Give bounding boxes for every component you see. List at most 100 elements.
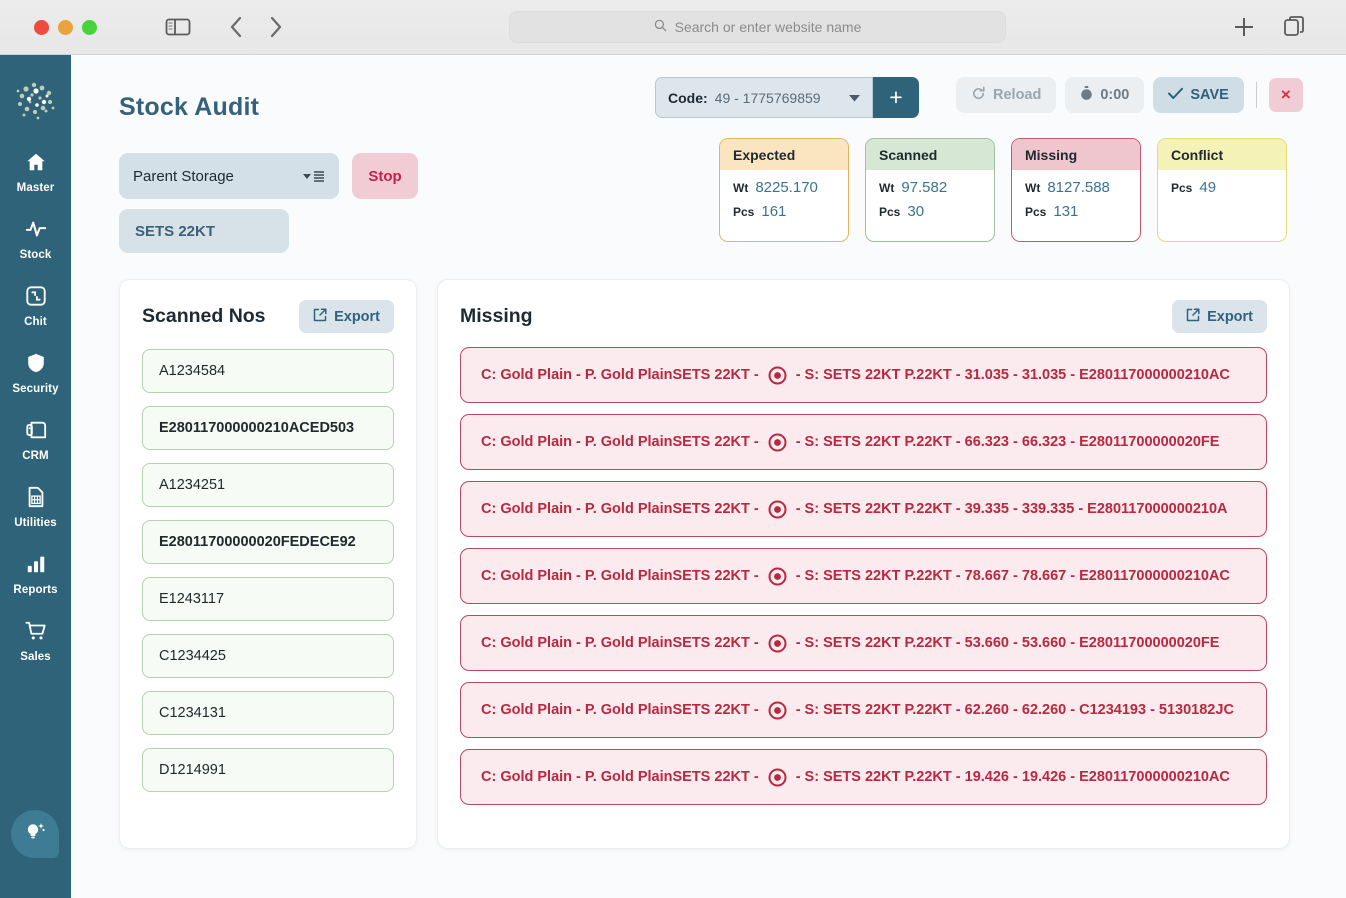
stat-title: Conflict <box>1158 139 1286 170</box>
sidebar-item-security[interactable]: Security <box>0 352 71 395</box>
code-value: 49 - 1775769859 <box>714 89 821 106</box>
stat-row: Pcs 161 <box>733 203 835 220</box>
parent-storage-value: Parent Storage <box>133 167 234 185</box>
sidebar-item-reports[interactable]: Reports <box>0 553 71 596</box>
address-bar[interactable]: Search or enter website name <box>509 11 1006 43</box>
stat-value: 8225.170 <box>755 179 818 196</box>
stat-key: Wt <box>879 181 895 195</box>
sidebar-item-label: Sales <box>20 651 51 663</box>
minimize-window-button[interactable] <box>58 19 73 35</box>
bullseye-icon <box>768 634 787 653</box>
missing-row-suffix: - S: SETS 22KT P.22KT - 62.260 - 62.260 … <box>795 702 1234 718</box>
panel-header: Scanned Nos Export <box>120 280 416 333</box>
export-scanned-button[interactable]: Export <box>299 300 394 333</box>
export-missing-button[interactable]: Export <box>1172 300 1267 333</box>
sidebar-item-chit[interactable]: Chit <box>0 285 71 328</box>
browser-right-actions <box>1232 15 1306 39</box>
sidebar-item-sales[interactable]: Sales <box>0 620 71 663</box>
missing-row-text: C: Gold Plain - P. Gold PlainSETS 22KT -… <box>481 567 1230 586</box>
table-row[interactable]: C: Gold Plain - P. Gold PlainSETS 22KT -… <box>460 347 1267 403</box>
code-label: Code: <box>668 89 708 106</box>
stat-title: Expected <box>720 139 848 170</box>
shield-icon <box>25 352 47 379</box>
list-item[interactable]: E28011700000020FEDECE92 <box>142 520 394 564</box>
list-item[interactable]: D1214991 <box>142 748 394 792</box>
list-item[interactable]: E280117000000210ACED503 <box>142 406 394 450</box>
reload-button[interactable]: Reload <box>956 77 1057 113</box>
missing-row-suffix: - S: SETS 22KT P.22KT - 66.323 - 66.323 … <box>795 434 1220 450</box>
stat-value: 131 <box>1053 203 1079 220</box>
add-code-button[interactable]: + <box>873 77 919 118</box>
chevron-down-icon <box>849 89 860 107</box>
list-item[interactable]: C1234425 <box>142 634 394 678</box>
missing-row-text: C: Gold Plain - P. Gold PlainSETS 22KT -… <box>481 500 1228 519</box>
close-window-button[interactable] <box>34 19 49 35</box>
sidebar-item-master[interactable]: Master <box>0 151 71 194</box>
sidebar-item-utilities[interactable]: Utilities <box>0 486 71 529</box>
list-item[interactable]: E1243117 <box>142 577 394 621</box>
list-item[interactable]: A1234251 <box>142 463 394 507</box>
stat-body: Wt 8225.170 Pcs 161 <box>720 170 848 241</box>
plus-icon[interactable] <box>1232 15 1256 39</box>
panel-title: Missing <box>460 305 533 327</box>
toolbar-divider <box>1255 82 1257 108</box>
audit-toolbar: Reload 0:00 SAVE × <box>956 77 1303 113</box>
missing-list: C: Gold Plain - P. Gold PlainSETS 22KT -… <box>438 333 1289 805</box>
stat-card-conflict: Conflict Pcs 49 <box>1157 138 1287 242</box>
panel-header: Missing Export <box>438 280 1289 333</box>
shopping-cart-icon <box>24 620 47 647</box>
stat-value: 97.582 <box>901 179 948 196</box>
sets-22kt-chip[interactable]: SETS 22KT <box>119 209 289 253</box>
stat-body: Wt 97.582 Pcs 30 <box>866 170 994 241</box>
code-dropdown[interactable]: Code: 49 - 1775769859 <box>655 77 873 118</box>
back-arrow-icon[interactable] <box>229 16 243 38</box>
missing-panel: Missing Export C: Gold Plain - P. Gold P… <box>437 279 1290 849</box>
table-row[interactable]: C: Gold Plain - P. Gold PlainSETS 22KT -… <box>460 481 1267 537</box>
stat-card-expected: Expected Wt 8225.170 Pcs 161 <box>719 138 849 242</box>
missing-row-text: C: Gold Plain - P. Gold PlainSETS 22KT -… <box>481 433 1219 452</box>
bullseye-icon <box>768 366 787 385</box>
bullseye-icon <box>768 500 787 519</box>
table-row[interactable]: C: Gold Plain - P. Gold PlainSETS 22KT -… <box>460 749 1267 805</box>
main-content: Stock Audit Parent Storage Stop SETS 22K… <box>71 55 1346 898</box>
stat-key: Pcs <box>879 205 901 219</box>
application-window: Master Stock Chit Security CRM Utilities… <box>0 55 1346 898</box>
maximize-window-button[interactable] <box>82 19 97 35</box>
sidebar-item-crm[interactable]: CRM <box>0 419 71 462</box>
parent-storage-select[interactable]: Parent Storage <box>119 153 339 199</box>
sidebar-toggle-icon[interactable] <box>165 17 191 37</box>
sidebar-nav: Master Stock Chit Security CRM Utilities… <box>0 151 71 663</box>
timer-button[interactable]: 0:00 <box>1065 77 1145 113</box>
stat-key: Pcs <box>1171 181 1193 195</box>
plus-icon: + <box>889 84 903 110</box>
table-row[interactable]: C: Gold Plain - P. Gold PlainSETS 22KT -… <box>460 615 1267 671</box>
missing-row-prefix: C: Gold Plain - P. Gold PlainSETS 22KT - <box>481 769 759 785</box>
sidebar-item-label: Security <box>12 383 59 395</box>
bar-chart-icon <box>25 553 47 580</box>
reload-label: Reload <box>993 87 1042 103</box>
search-icon <box>654 19 667 35</box>
table-row[interactable]: C: Gold Plain - P. Gold PlainSETS 22KT -… <box>460 548 1267 604</box>
list-item[interactable]: A1234584 <box>142 349 394 393</box>
sidebar-item-stock[interactable]: Stock <box>0 218 71 261</box>
contact-card-icon <box>25 419 47 446</box>
table-row[interactable]: C: Gold Plain - P. Gold PlainSETS 22KT -… <box>460 414 1267 470</box>
save-button[interactable]: SAVE <box>1153 77 1244 113</box>
lightbulb-idea-button[interactable] <box>11 810 59 858</box>
missing-row-suffix: - S: SETS 22KT P.22KT - 39.335 - 339.335… <box>795 501 1228 517</box>
close-audit-button[interactable]: × <box>1268 78 1303 112</box>
code-selector: Code: 49 - 1775769859 + <box>655 77 919 118</box>
list-item[interactable]: C1234131 <box>142 691 394 735</box>
external-link-icon <box>1186 307 1200 326</box>
frame-icon <box>25 285 47 312</box>
sidebar-item-label: CRM <box>22 450 49 462</box>
forward-arrow-icon[interactable] <box>269 16 283 38</box>
navigation-arrows <box>229 16 283 38</box>
tab-overview-icon[interactable] <box>1282 15 1306 39</box>
bullseye-icon <box>768 768 787 787</box>
stop-button[interactable]: Stop <box>352 153 418 199</box>
stat-card-missing: Missing Wt 8127.588 Pcs 131 <box>1011 138 1141 242</box>
table-row[interactable]: C: Gold Plain - P. Gold PlainSETS 22KT -… <box>460 682 1267 738</box>
scanned-list: A1234584 E280117000000210ACED503 A123425… <box>120 333 416 792</box>
missing-row-prefix: C: Gold Plain - P. Gold PlainSETS 22KT - <box>481 501 759 517</box>
